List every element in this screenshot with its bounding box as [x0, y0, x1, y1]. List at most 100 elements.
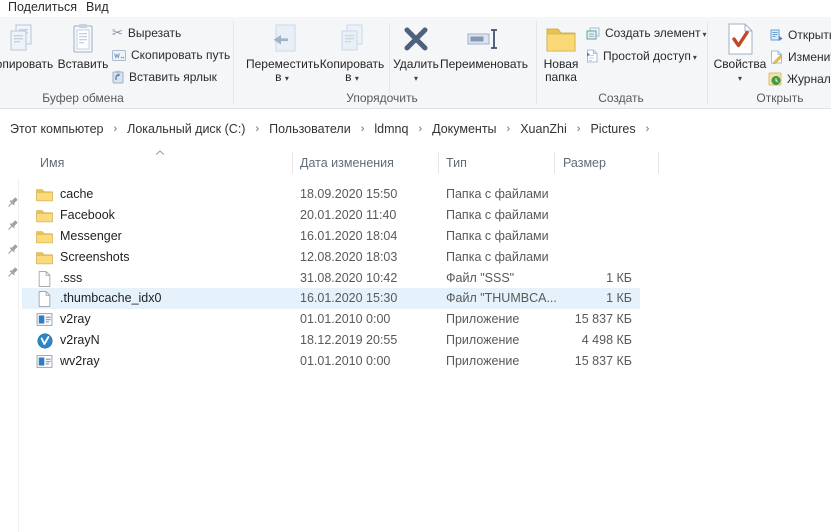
- dropdown-caret-icon: ▾: [414, 74, 418, 83]
- delete-button[interactable]: Удалить ▾: [392, 20, 440, 85]
- file-type: Файл "SSS": [446, 268, 514, 289]
- file-date: 20.01.2020 11:40: [300, 205, 396, 226]
- file-row-thumbcache-selected[interactable]: .thumbcache_idx0 16.01.2020 15:30 Файл "…: [22, 288, 640, 309]
- file-row-screenshots[interactable]: Screenshots 12.08.2020 18:03 Папка с фай…: [22, 247, 640, 268]
- edit-button[interactable]: Изменить: [770, 47, 831, 67]
- file-name: v2ray: [60, 309, 91, 330]
- breadcrumb-pictures[interactable]: Pictures: [588, 119, 637, 139]
- file-row-v2rayn[interactable]: v2rayN 18.12.2019 20:55 Приложение 4 498…: [22, 330, 640, 351]
- move-to-button[interactable]: Переместить в ▾: [246, 20, 318, 85]
- file-name: Messenger: [60, 226, 122, 247]
- file-name: Screenshots: [60, 247, 129, 268]
- pin-icon: [6, 266, 19, 279]
- pin-icon: [6, 219, 19, 232]
- copy-path-button[interactable]: Скопировать путь: [112, 45, 230, 65]
- column-header-name[interactable]: Имя: [40, 156, 64, 170]
- file-date: 18.09.2020 15:50: [300, 184, 397, 205]
- column-header-date[interactable]: Дата изменения: [300, 156, 394, 170]
- group-divider: [707, 21, 708, 104]
- group-organize: Упорядочить: [234, 91, 530, 105]
- file-type: Папка с файлами: [446, 247, 549, 268]
- open-button[interactable]: Открыть: [770, 25, 831, 45]
- breadcrumb-chevron-icon[interactable]: [638, 123, 658, 135]
- paste-button[interactable]: Вставить: [57, 20, 109, 71]
- properties-icon: [712, 20, 768, 58]
- easy-access-icon: [586, 49, 598, 63]
- rename-icon: [438, 20, 530, 58]
- application-icon: [36, 353, 53, 370]
- paste-shortcut-button[interactable]: Вставить ярлык: [112, 67, 217, 87]
- sort-ascending-icon[interactable]: [155, 150, 165, 155]
- column-header-row: Имя Дата изменения Тип Размер: [0, 148, 831, 178]
- cut-button[interactable]: ✂ Вырезать: [112, 23, 181, 43]
- move-to-icon: [246, 20, 318, 58]
- file-type: Приложение: [446, 309, 519, 330]
- new-folder-button[interactable]: Новая папка: [538, 20, 584, 84]
- file-date: 12.08.2020 18:03: [300, 247, 397, 268]
- breadcrumb: Этот компьютер Локальный диск (C:) Польз…: [0, 110, 831, 148]
- pin-icon: [6, 196, 19, 209]
- open-icon: [770, 29, 783, 42]
- column-divider[interactable]: [438, 152, 439, 174]
- edit-icon: [770, 50, 783, 64]
- folder-icon: [36, 249, 53, 266]
- breadcrumb-chevron-icon[interactable]: [499, 123, 519, 135]
- file-row-v2ray[interactable]: v2ray 01.01.2010 0:00 Приложение 15 837 …: [22, 309, 640, 330]
- column-header-size[interactable]: Размер: [563, 156, 606, 170]
- file-row-wv2ray[interactable]: wv2ray 01.01.2010 0:00 Приложение 15 837…: [22, 351, 640, 372]
- group-open: Открыть: [720, 91, 831, 105]
- breadcrumb-user[interactable]: ldmnq: [372, 119, 410, 139]
- file-row-facebook[interactable]: Facebook 20.01.2020 11:40 Папка с файлам…: [22, 205, 640, 226]
- breadcrumb-chevron-icon[interactable]: [410, 123, 430, 135]
- file-name: v2rayN: [60, 330, 100, 351]
- new-folder-icon: [538, 20, 584, 58]
- new-item-icon: [586, 27, 600, 40]
- file-size: 1 КБ: [540, 288, 632, 309]
- ribbon-tab-row: Поделиться Вид: [0, 0, 831, 17]
- copy-path-icon: [112, 50, 126, 61]
- button-divider: [389, 23, 390, 94]
- file-row-messenger[interactable]: Messenger 16.01.2020 18:04 Папка с файла…: [22, 226, 640, 247]
- new-item-button[interactable]: Создать элемент: [586, 23, 707, 43]
- easy-access-button[interactable]: Простой доступ: [586, 46, 697, 66]
- file-name: .sss: [60, 268, 82, 289]
- paste-shortcut-icon: [112, 70, 124, 84]
- copy-button[interactable]: Копировать: [0, 20, 56, 71]
- file-date: 31.08.2020 10:42: [300, 268, 397, 289]
- breadcrumb-xuanzhi[interactable]: XuanZhi: [518, 119, 569, 139]
- file-name: cache: [60, 184, 93, 205]
- folder-icon: [36, 228, 53, 245]
- file-size: 15 837 КБ: [540, 351, 632, 372]
- application-icon: [36, 311, 53, 328]
- breadcrumb-users[interactable]: Пользователи: [267, 119, 353, 139]
- file-date: 01.01.2010 0:00: [300, 351, 390, 372]
- file-date: 18.12.2019 20:55: [300, 330, 397, 351]
- tab-view[interactable]: Вид: [86, 0, 109, 17]
- breadcrumb-chevron-icon[interactable]: [105, 123, 125, 135]
- breadcrumb-this-pc[interactable]: Этот компьютер: [8, 119, 105, 139]
- rename-button[interactable]: Переименовать: [438, 20, 530, 71]
- column-divider[interactable]: [658, 152, 659, 174]
- breadcrumb-chevron-icon[interactable]: [247, 123, 267, 135]
- file-date: 16.01.2020 15:30: [300, 288, 397, 309]
- history-button[interactable]: Журнал: [768, 69, 831, 89]
- group-clipboard: Буфер обмена: [0, 91, 166, 105]
- scissors-icon: ✂: [112, 25, 123, 41]
- file-name: Facebook: [60, 205, 115, 226]
- delete-x-icon: [392, 20, 440, 58]
- copy-to-button[interactable]: Копировать в ▾: [318, 20, 386, 85]
- column-divider[interactable]: [554, 152, 555, 174]
- breadcrumb-chevron-icon[interactable]: [353, 123, 373, 135]
- breadcrumb-local-disk-c[interactable]: Локальный диск (C:): [125, 119, 247, 139]
- properties-button[interactable]: Свойства ▾: [712, 20, 768, 85]
- paste-icon: [57, 20, 109, 58]
- file-icon: [36, 270, 53, 287]
- breadcrumb-documents[interactable]: Документы: [430, 119, 498, 139]
- file-row-sss[interactable]: .sss 31.08.2020 10:42 Файл "SSS" 1 КБ: [22, 268, 640, 289]
- column-header-type[interactable]: Тип: [446, 156, 467, 170]
- breadcrumb-chevron-icon[interactable]: [569, 123, 589, 135]
- file-row-cache[interactable]: cache 18.09.2020 15:50 Папка с файлами: [22, 184, 640, 205]
- column-divider[interactable]: [292, 152, 293, 174]
- dropdown-caret-icon: ▾: [738, 74, 742, 83]
- tab-share[interactable]: Поделиться: [8, 0, 77, 17]
